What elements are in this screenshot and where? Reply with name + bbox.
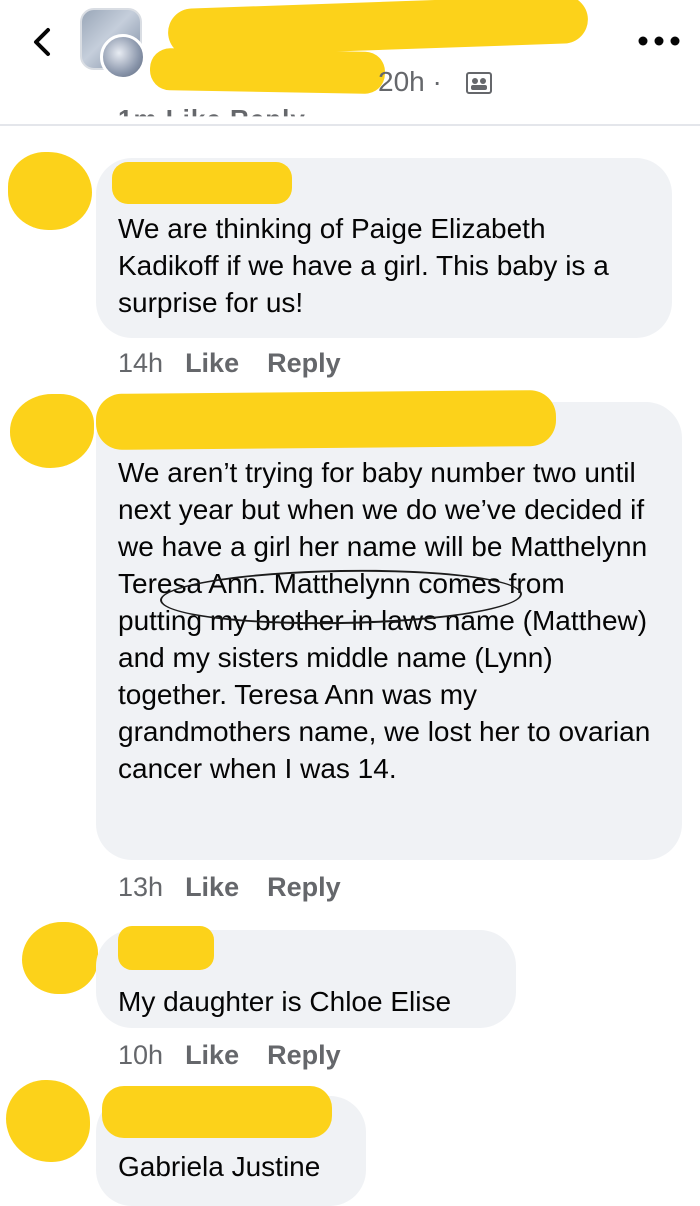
comment-time: 14h <box>118 348 164 378</box>
like-button[interactable]: Like <box>185 1040 239 1070</box>
redacted-author-subtitle <box>149 47 386 95</box>
chevron-left-icon[interactable] <box>22 22 62 62</box>
comment-text: My daughter is Chloe Elise <box>118 986 452 1017</box>
more-horizontal-icon[interactable] <box>636 34 682 48</box>
friends-audience-icon <box>466 72 492 94</box>
comment-actions: 13h Like Reply <box>118 872 369 903</box>
redacted-commenter-name <box>95 389 557 451</box>
commenter-avatar[interactable] <box>8 152 92 230</box>
like-button[interactable]: Like <box>185 872 239 902</box>
post-timestamp: 20h · <box>378 66 442 97</box>
comment-text: We are thinking of Paige Elizabeth Kadik… <box>118 213 609 318</box>
comment-actions: 14h Like Reply <box>118 348 369 379</box>
reply-button[interactable]: Reply <box>267 348 341 378</box>
comment-time: 13h <box>118 872 164 902</box>
like-button[interactable]: Like <box>185 348 239 378</box>
redacted-commenter-name <box>118 926 214 970</box>
redacted-commenter-name <box>112 162 292 204</box>
comment-actions: 10h Like Reply <box>118 1040 369 1071</box>
reply-button[interactable]: Reply <box>267 1040 341 1070</box>
header-divider <box>0 124 700 126</box>
redacted-commenter-name <box>102 1086 332 1138</box>
comment-text: Gabriela Justine <box>118 1151 321 1182</box>
commenter-avatar[interactable] <box>6 1080 90 1162</box>
reply-button[interactable]: Reply <box>267 872 341 902</box>
group-avatar-badge <box>100 34 146 80</box>
comment-time: 10h <box>118 1040 164 1070</box>
cutoff-comment-actions: 1m Like Reply <box>118 104 306 134</box>
commenter-avatar[interactable] <box>22 922 98 994</box>
commenter-avatar[interactable] <box>10 394 94 468</box>
